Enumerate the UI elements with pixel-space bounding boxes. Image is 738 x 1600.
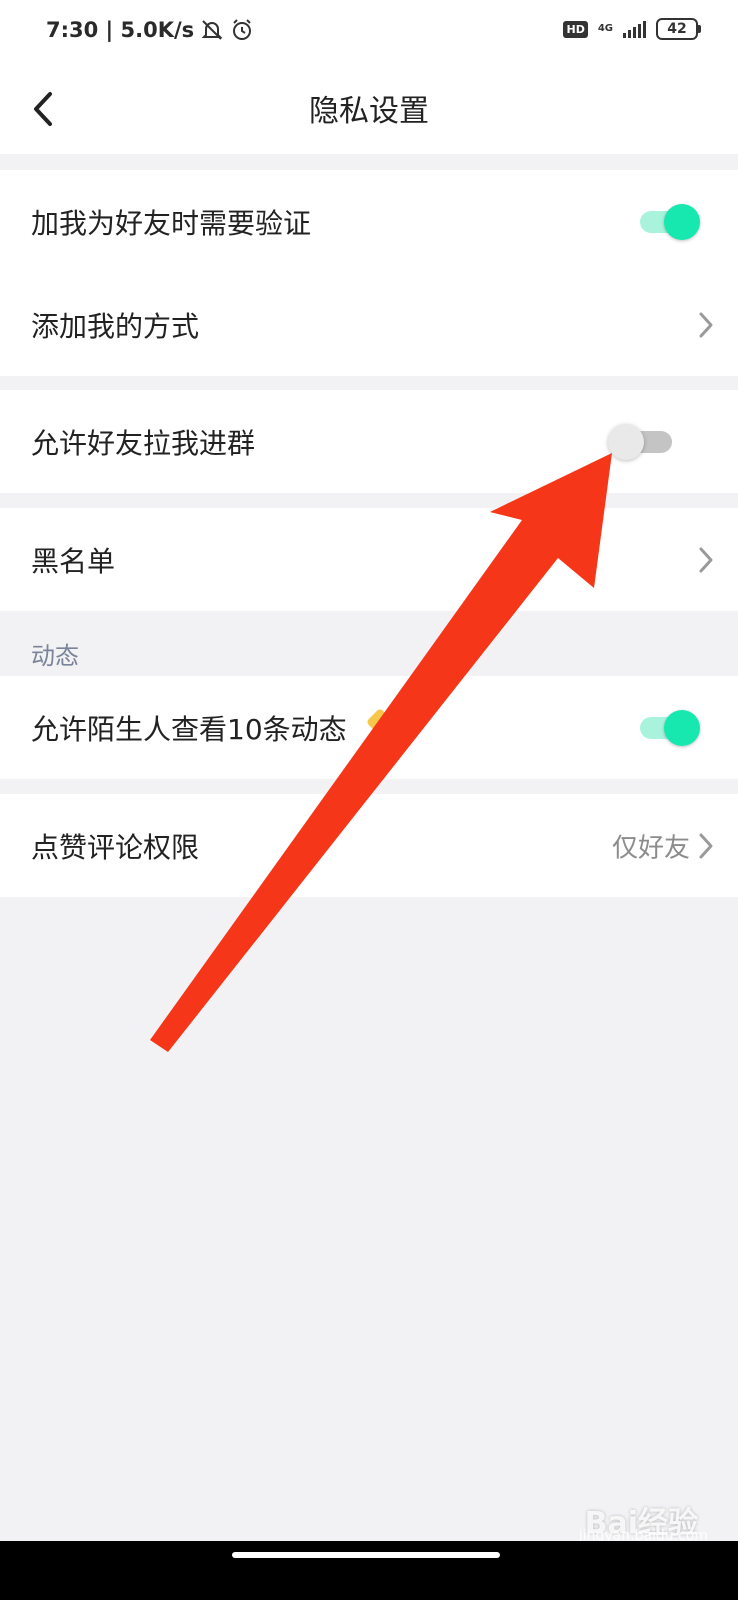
home-indicator[interactable]	[232, 1552, 500, 1558]
setting-group-invite[interactable]: 允许好友拉我进群	[0, 390, 738, 493]
hd-badge: HD	[563, 20, 588, 38]
battery-icon: 42	[656, 18, 701, 40]
vip-badge-icon	[365, 707, 395, 737]
setting-stranger-posts[interactable]: 允许陌生人查看10条动态	[0, 676, 738, 779]
setting-verify-friend[interactable]: 加我为好友时需要验证	[0, 170, 738, 273]
alarm-icon	[233, 19, 252, 40]
chevron-right-icon	[699, 833, 713, 858]
battery-level: 42	[667, 21, 687, 37]
system-nav-bar	[0, 1541, 738, 1600]
nav-header: 隐私设置	[0, 64, 738, 154]
status-left: 7:30 | 5.0K/s	[46, 18, 254, 42]
setting-add-method[interactable]: 添加我的方式	[0, 273, 738, 376]
page-title: 隐私设置	[309, 94, 429, 129]
setting-value: 仅好友	[611, 833, 690, 863]
group-invite-toggle[interactable]	[608, 423, 674, 461]
status-bar: 7:30 | 5.0K/s HD 4G 42	[0, 0, 738, 64]
time-and-speed: 7:30 | 5.0K/s	[46, 18, 195, 42]
setting-label: 加我为好友时需要验证	[31, 206, 312, 240]
setting-label: 允许陌生人查看10条动态	[31, 712, 347, 746]
network-type: 4G	[597, 23, 613, 34]
setting-label: 点赞评论权限	[31, 830, 200, 864]
toggle-knob	[664, 203, 700, 240]
mute-bell-icon	[201, 20, 223, 40]
section-label-moments: 动态	[31, 642, 79, 670]
verify-toggle[interactable]	[640, 203, 700, 241]
setting-blacklist[interactable]: 黑名单	[0, 508, 738, 611]
chevron-right-icon	[699, 312, 713, 337]
toggle-knob	[664, 709, 700, 746]
toggle-knob	[608, 423, 644, 460]
setting-label: 允许好友拉我进群	[31, 426, 256, 460]
chevron-right-icon	[699, 547, 713, 572]
setting-label: 添加我的方式	[31, 309, 200, 343]
setting-label: 黑名单	[31, 544, 116, 578]
setting-like-comment[interactable]: 点赞评论权限 仅好友	[0, 794, 738, 897]
signal-icon	[623, 20, 646, 38]
status-right: HD 4G 42	[563, 18, 701, 40]
stranger-posts-toggle[interactable]	[640, 709, 700, 747]
